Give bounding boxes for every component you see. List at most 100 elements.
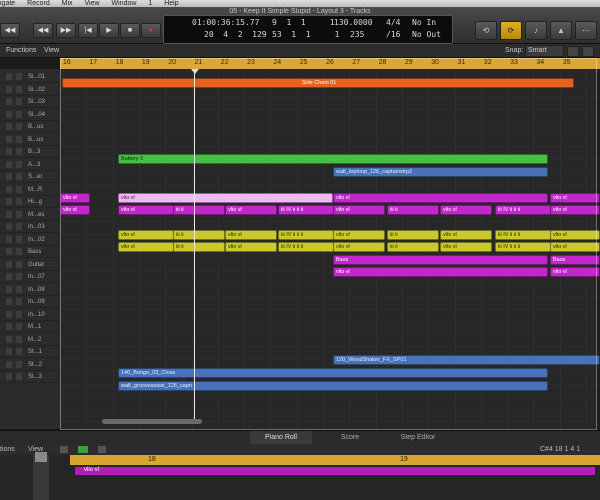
region-vlio[interactable]: vlio vl bbox=[550, 205, 600, 215]
region-vlio[interactable]: vlio vl bbox=[550, 242, 600, 252]
track-header[interactable]: St...2 bbox=[0, 360, 60, 371]
tuner-button[interactable]: ♪ bbox=[525, 21, 547, 40]
track-header[interactable]: Si...02 bbox=[0, 85, 60, 96]
region-iiiv[interactable]: iii IV ii ii ii bbox=[278, 230, 334, 240]
mute-button[interactable] bbox=[6, 198, 12, 205]
go-to-start-button[interactable]: |◀ bbox=[78, 23, 98, 38]
solo-button[interactable] bbox=[16, 348, 22, 355]
tab-step-editor[interactable]: Step Editor bbox=[388, 431, 448, 444]
region-iiiv[interactable]: iii IV ii ii ii bbox=[278, 205, 334, 215]
stop-button[interactable]: ■ bbox=[120, 23, 140, 38]
region-iii[interactable]: iii ii bbox=[387, 205, 439, 215]
solo-button[interactable] bbox=[16, 235, 22, 243]
track-header[interactable]: M...1 bbox=[0, 322, 60, 333]
editor-region[interactable]: vlio vl bbox=[75, 467, 595, 475]
solo-button[interactable] bbox=[16, 223, 22, 230]
rewind-button[interactable]: ◀◀ bbox=[0, 23, 20, 38]
mute-button[interactable] bbox=[6, 310, 12, 318]
playhead[interactable] bbox=[194, 69, 195, 419]
metronome-button[interactable]: ▲ bbox=[550, 21, 572, 40]
region-vlio[interactable]: vlio vl bbox=[225, 242, 277, 252]
view-menu[interactable]: View bbox=[44, 44, 59, 57]
cycle-button[interactable]: ⟲ bbox=[475, 21, 497, 40]
mute-button[interactable] bbox=[6, 348, 12, 355]
region-bass[interactable]: Bass bbox=[333, 255, 548, 265]
mute-button[interactable] bbox=[6, 285, 12, 293]
track-header[interactable]: In...02 bbox=[0, 235, 60, 246]
region-groove[interactable]: walt_grooveassist_126_capri bbox=[118, 381, 548, 391]
forward-button[interactable]: ▶▶ bbox=[56, 23, 76, 38]
pointer-tool-icon[interactable] bbox=[567, 46, 579, 57]
region-vlio[interactable]: vlio vl bbox=[550, 267, 600, 277]
region-vlio[interactable]: vlio vl bbox=[333, 267, 548, 277]
solo-button[interactable] bbox=[16, 310, 22, 318]
region-vlio[interactable]: vlio vl bbox=[118, 230, 174, 240]
menu-record[interactable]: Record bbox=[27, 0, 50, 7]
mute-button[interactable] bbox=[6, 173, 12, 180]
arrange-area[interactable]: Side Chain 01 Battery 3 walt_toploop_126_c… bbox=[60, 69, 600, 429]
mute-button[interactable] bbox=[6, 223, 12, 230]
region-iii[interactable]: iii ii bbox=[173, 230, 225, 240]
track-header[interactable]: Bass bbox=[0, 247, 60, 258]
mute-button[interactable] bbox=[6, 123, 12, 130]
menu-view[interactable]: View bbox=[85, 0, 100, 7]
mute-button[interactable] bbox=[6, 248, 12, 255]
solo-button[interactable] bbox=[16, 123, 22, 130]
play-button[interactable]: ▶ bbox=[99, 23, 119, 38]
mute-button[interactable] bbox=[6, 210, 12, 218]
region-iiiv[interactable]: iii IV ii ii ii bbox=[495, 230, 551, 240]
snap-select[interactable]: Smart bbox=[525, 45, 564, 57]
mute-button[interactable] bbox=[6, 273, 12, 280]
region-vlio[interactable]: vlio vl bbox=[333, 242, 385, 252]
solo-button[interactable] bbox=[16, 198, 22, 205]
mute-button[interactable] bbox=[6, 298, 12, 305]
solo-button[interactable] bbox=[16, 148, 22, 155]
track-header[interactable]: In...03 bbox=[0, 222, 60, 233]
tab-piano-roll[interactable]: Piano Roll bbox=[250, 431, 312, 444]
track-header[interactable]: St...1 bbox=[0, 347, 60, 358]
solo-button[interactable] bbox=[16, 373, 22, 380]
region-iii[interactable]: iii ii bbox=[173, 205, 225, 215]
menu-window[interactable]: Window bbox=[112, 0, 137, 7]
region-vlio[interactable]: vlio vl bbox=[60, 205, 90, 215]
track-header[interactable]: S...er bbox=[0, 172, 60, 183]
solo-button[interactable] bbox=[16, 73, 22, 80]
region-sidechain[interactable]: Side Chain 01 bbox=[62, 78, 574, 88]
horizontal-scrollbar[interactable] bbox=[102, 419, 202, 424]
region-vlio[interactable]: vlio vl bbox=[440, 230, 492, 240]
solo-button[interactable] bbox=[16, 248, 22, 255]
track-header[interactable]: In...10 bbox=[0, 310, 60, 321]
region-bass[interactable]: Bass bbox=[550, 255, 600, 265]
region-vlio[interactable]: vlio vl bbox=[333, 205, 385, 215]
region-wood[interactable]: 120_WoodShaker_FX_SP01 bbox=[333, 355, 600, 365]
menu-mix[interactable]: Mix bbox=[62, 0, 73, 7]
track-header[interactable]: M...R bbox=[0, 185, 60, 196]
solo-button[interactable] bbox=[16, 273, 22, 280]
mute-button[interactable] bbox=[6, 160, 12, 168]
menu-1[interactable]: 1 bbox=[148, 0, 152, 7]
region-iii[interactable]: iii ii bbox=[387, 242, 439, 252]
editor-functions-menu[interactable]: tions bbox=[0, 444, 15, 455]
mute-button[interactable] bbox=[6, 323, 12, 330]
region-iii[interactable]: iii ii bbox=[173, 242, 225, 252]
region-iiiv[interactable]: iii IV ii ii ii bbox=[495, 205, 551, 215]
menu-help[interactable]: Help bbox=[164, 0, 178, 7]
catch-icon[interactable] bbox=[98, 446, 106, 453]
solo-button[interactable] bbox=[16, 298, 22, 305]
editor-ruler[interactable]: 18 19 bbox=[70, 455, 600, 465]
lcd-display[interactable]: 01:00:36:15.77 9 1 1 1 130.0000 4/4 No I… bbox=[163, 15, 453, 44]
solo-button[interactable] bbox=[16, 285, 22, 293]
region-battery[interactable]: Battery 3 bbox=[118, 154, 548, 164]
mute-button[interactable] bbox=[6, 260, 12, 268]
region-vlio[interactable]: vlio vl bbox=[333, 193, 548, 203]
region-vlio[interactable]: vlio vl bbox=[118, 193, 333, 203]
editor-mode-icon[interactable] bbox=[60, 446, 68, 453]
mute-button[interactable] bbox=[6, 98, 12, 105]
track-header[interactable]: Hi...g bbox=[0, 197, 60, 208]
record-button[interactable]: ● bbox=[141, 23, 161, 38]
mute-button[interactable] bbox=[6, 235, 12, 243]
mute-button[interactable] bbox=[6, 360, 12, 368]
midi-in-icon[interactable] bbox=[78, 446, 88, 453]
pencil-tool-icon[interactable] bbox=[582, 46, 594, 57]
region-vlio[interactable]: vlio vl bbox=[118, 205, 174, 215]
